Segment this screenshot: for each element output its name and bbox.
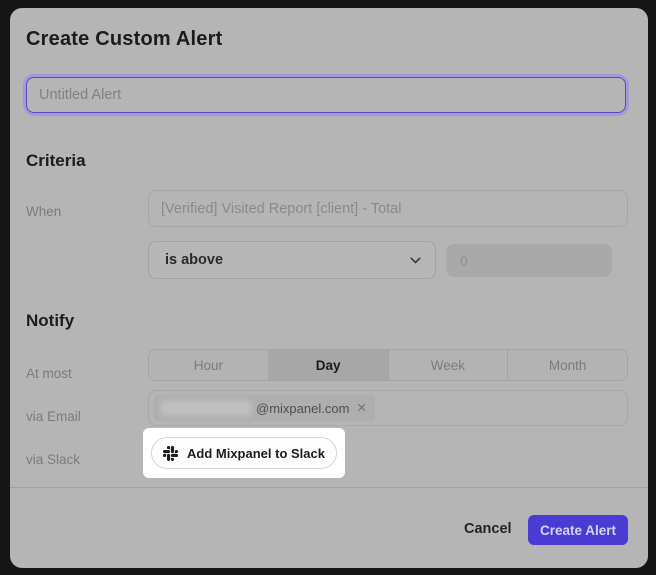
at-most-label: At most <box>26 366 72 381</box>
cancel-button[interactable]: Cancel <box>454 514 522 544</box>
frequency-option-week[interactable]: Week <box>388 350 508 380</box>
email-recipients-field[interactable]: @mixpanel.com ✕ <box>148 390 628 426</box>
slack-icon <box>163 446 178 461</box>
add-mixpanel-to-slack-button[interactable]: Add Mixpanel to Slack <box>151 437 337 469</box>
chevron-down-icon <box>410 257 421 264</box>
email-domain: @mixpanel.com <box>256 401 349 416</box>
via-slack-label: via Slack <box>26 452 80 467</box>
when-label: When <box>26 204 61 219</box>
via-email-label: via Email <box>26 409 81 424</box>
operator-selected-value: is above <box>165 252 223 268</box>
create-custom-alert-dialog: Create Custom Alert Criteria When is abo… <box>10 8 648 568</box>
dialog-title: Create Custom Alert <box>26 28 222 51</box>
notify-heading: Notify <box>26 311 74 331</box>
operator-dropdown[interactable]: is above <box>148 241 436 279</box>
frequency-option-hour[interactable]: Hour <box>149 350 268 380</box>
slack-spotlight-highlight: Add Mixpanel to Slack <box>143 428 345 478</box>
redacted-email-username <box>160 400 252 416</box>
remove-email-icon[interactable]: ✕ <box>356 402 366 415</box>
threshold-input[interactable] <box>446 244 612 277</box>
create-alert-button[interactable]: Create Alert <box>528 515 628 545</box>
frequency-option-month[interactable]: Month <box>507 350 627 380</box>
alert-name-input[interactable] <box>26 77 626 113</box>
footer-divider <box>10 487 648 488</box>
frequency-segmented-control: Hour Day Week Month <box>148 349 628 381</box>
frequency-option-day[interactable]: Day <box>268 350 388 380</box>
metric-input[interactable] <box>148 190 628 227</box>
criteria-heading: Criteria <box>26 151 86 171</box>
slack-button-label: Add Mixpanel to Slack <box>187 446 325 461</box>
email-chip: @mixpanel.com ✕ <box>154 395 375 421</box>
